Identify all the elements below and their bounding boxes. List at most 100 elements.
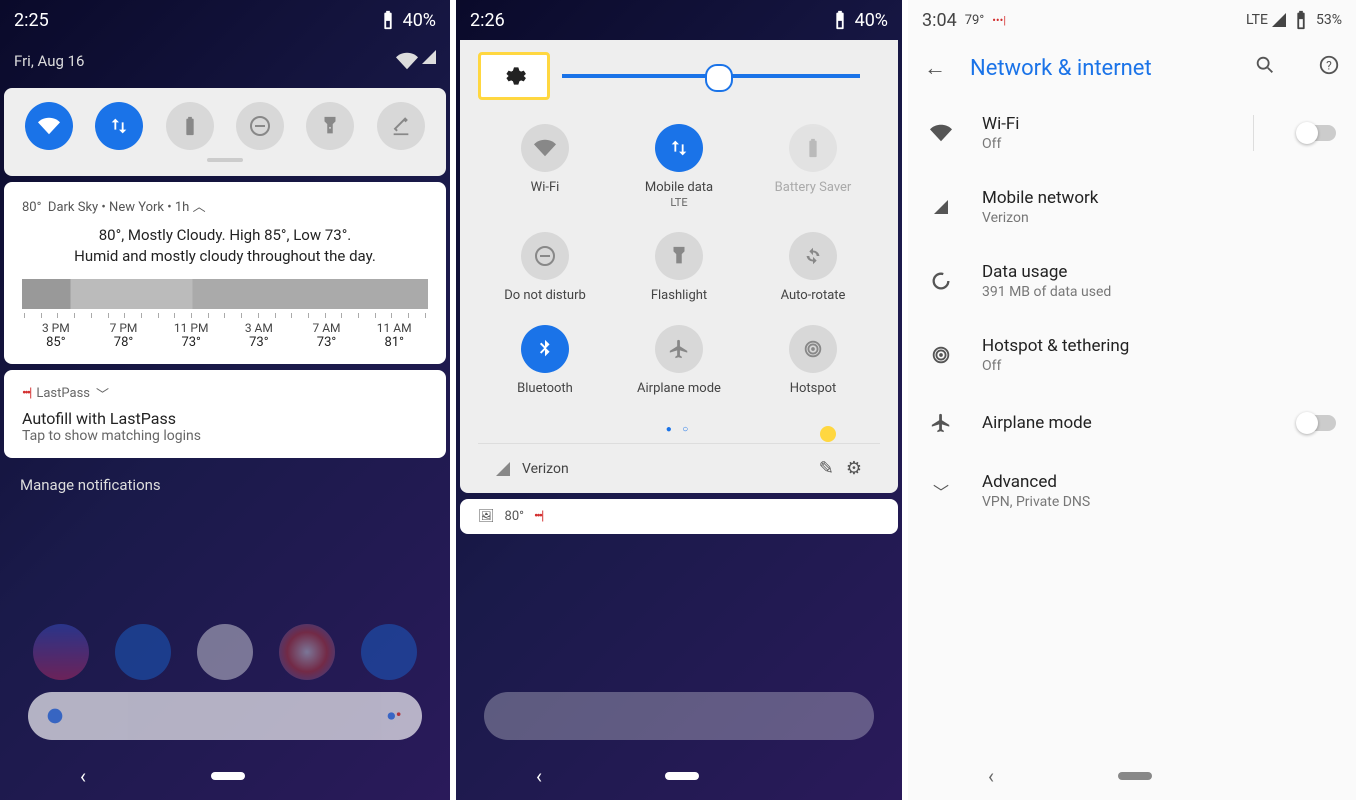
lastpass-icon: •••| bbox=[992, 14, 1006, 27]
home-pill[interactable] bbox=[1118, 772, 1152, 780]
app-calendar-icon bbox=[361, 624, 417, 680]
chevron-down-icon[interactable]: ﹀ bbox=[96, 384, 109, 403]
battery-icon bbox=[1290, 9, 1312, 31]
page-indicator: ● ○ bbox=[478, 416, 880, 443]
wifi-icon bbox=[928, 120, 954, 146]
back-arrow-icon[interactable]: ← bbox=[924, 55, 946, 81]
qs-wifi-tile[interactable] bbox=[25, 102, 73, 150]
weather-summary: 80°, Mostly Cloudy. High 85°, Low 73°. H… bbox=[22, 225, 428, 267]
signal-icon bbox=[496, 462, 510, 476]
signal-icon bbox=[422, 50, 436, 64]
search-bar bbox=[28, 692, 422, 740]
edit-icon[interactable]: ✎ bbox=[819, 458, 834, 479]
qs-bluetooth[interactable]: Bluetooth bbox=[478, 325, 612, 396]
nav-bar: ‹ bbox=[0, 764, 450, 788]
image-icon: 🖼 bbox=[478, 509, 495, 524]
airplane-icon bbox=[928, 410, 954, 436]
phone-settings-network: 3:04 79° •••| LTE 53% ← Network & intern… bbox=[902, 0, 1356, 800]
help-icon[interactable]: ? bbox=[1318, 54, 1340, 82]
qs-battery-tile[interactable] bbox=[166, 102, 214, 150]
qs-flashlight[interactable]: Flashlight bbox=[612, 232, 746, 303]
status-bar: 2:25 40% bbox=[0, 0, 450, 40]
settings-button-highlighted[interactable] bbox=[478, 52, 550, 100]
setting-wifi[interactable]: Wi-FiOff bbox=[908, 96, 1356, 170]
weather-header: 80° Dark Sky • New York • 1h ︿ bbox=[22, 196, 428, 215]
clock: 3:04 bbox=[922, 10, 957, 31]
search-icon[interactable] bbox=[1254, 54, 1276, 82]
back-icon[interactable]: ‹ bbox=[536, 764, 542, 788]
back-icon[interactable]: ‹ bbox=[80, 764, 86, 788]
app-phone-icon bbox=[33, 624, 89, 680]
signal-icon bbox=[1272, 13, 1286, 27]
qs-dnd[interactable]: Do not disturb bbox=[478, 232, 612, 303]
status-bar: 2:26 40% bbox=[456, 0, 902, 40]
phone-notification-shade: 2:25 40% Fri, Aug 16 80° Dark Sky • New … bbox=[0, 0, 450, 800]
drag-handle[interactable] bbox=[207, 158, 243, 162]
app-chrome-icon bbox=[279, 624, 335, 680]
weather-notification[interactable]: 80° Dark Sky • New York • 1h ︿ 80°, Most… bbox=[4, 182, 446, 364]
battery-icon bbox=[829, 9, 851, 31]
page-title: Network & internet bbox=[970, 56, 1212, 81]
qs-footer: Verizon ✎ ⚙ bbox=[478, 443, 880, 493]
qs-flashlight-tile[interactable] bbox=[306, 102, 354, 150]
qs-autorotate-tile[interactable] bbox=[377, 102, 425, 150]
gear-icon bbox=[501, 63, 527, 89]
lastpass-icon: •••| bbox=[22, 386, 30, 401]
battery-pct: 40% bbox=[855, 10, 888, 31]
qs-autorotate[interactable]: Auto-rotate bbox=[746, 232, 880, 303]
network-label: LTE bbox=[1246, 12, 1268, 28]
chevron-up-icon[interactable]: ︿ bbox=[193, 200, 206, 215]
back-icon[interactable]: ‹ bbox=[988, 764, 994, 788]
nav-bar: ‹ bbox=[456, 764, 902, 788]
date-row: Fri, Aug 16 bbox=[0, 40, 450, 82]
qs-airplane[interactable]: Airplane mode bbox=[612, 325, 746, 396]
assistant-icon bbox=[384, 705, 406, 727]
manage-notifications-link[interactable]: Manage notifications bbox=[0, 464, 450, 506]
quick-settings-compact bbox=[4, 88, 446, 176]
setting-mobile-network[interactable]: Mobile networkVerizon bbox=[908, 170, 1356, 244]
lastpass-notification[interactable]: •••| LastPass ﹀ Autofill with LastPass T… bbox=[4, 370, 446, 458]
hotspot-icon bbox=[928, 342, 954, 368]
battery-pct: 40% bbox=[403, 10, 436, 31]
home-pill[interactable] bbox=[211, 772, 245, 780]
carrier-label: Verizon bbox=[522, 461, 807, 477]
lastpass-icon: •••| bbox=[534, 509, 542, 524]
wifi-icon bbox=[396, 50, 418, 72]
mini-notification[interactable]: 🖼 80° •••| bbox=[460, 499, 898, 534]
app-messages-icon bbox=[115, 624, 171, 680]
svg-text:?: ? bbox=[1326, 59, 1332, 73]
app-bar: ← Network & internet ? bbox=[908, 40, 1356, 96]
setting-hotspot[interactable]: Hotspot & tetheringOff bbox=[908, 318, 1356, 392]
brightness-slider[interactable] bbox=[562, 74, 860, 78]
airplane-toggle[interactable] bbox=[1298, 415, 1336, 431]
temp-indicator: 79° bbox=[965, 13, 984, 28]
date-text: Fri, Aug 16 bbox=[14, 52, 84, 70]
wifi-toggle[interactable] bbox=[1298, 125, 1336, 141]
search-bar bbox=[484, 692, 874, 740]
google-icon bbox=[44, 705, 66, 727]
app-gmail-icon bbox=[197, 624, 253, 680]
callout-dot bbox=[820, 426, 836, 442]
qs-mobiledata[interactable]: Mobile dataLTE bbox=[612, 124, 746, 210]
forecast-graph bbox=[22, 279, 428, 309]
setting-advanced[interactable]: ﹀ AdvancedVPN, Private DNS bbox=[908, 454, 1356, 528]
battery-icon bbox=[377, 9, 399, 31]
signal-icon bbox=[928, 194, 954, 220]
data-usage-icon bbox=[928, 268, 954, 294]
nav-bar: ‹ bbox=[908, 764, 1356, 788]
battery-pct: 53% bbox=[1316, 12, 1342, 28]
setting-airplane[interactable]: Airplane mode bbox=[908, 392, 1356, 454]
chevron-down-icon: ﹀ bbox=[928, 478, 954, 504]
setting-data-usage[interactable]: Data usage391 MB of data used bbox=[908, 244, 1356, 318]
qs-dnd-tile[interactable] bbox=[236, 102, 284, 150]
qs-mobiledata-tile[interactable] bbox=[95, 102, 143, 150]
clock: 2:26 bbox=[470, 10, 505, 31]
qs-hotspot[interactable]: Hotspot bbox=[746, 325, 880, 396]
gear-icon[interactable]: ⚙ bbox=[846, 458, 862, 479]
qs-wifi[interactable]: Wi-Fi bbox=[478, 124, 612, 210]
quick-settings-panel: Wi-Fi Mobile dataLTE Battery Saver Do no… bbox=[460, 40, 898, 493]
qs-battery-saver[interactable]: Battery Saver bbox=[746, 124, 880, 210]
home-pill[interactable] bbox=[665, 772, 699, 780]
phone-quick-settings-expanded: 2:26 40% Wi-Fi Mobile dataLTE Battery Sa… bbox=[450, 0, 902, 800]
forecast-hours: 3 PM85° 7 PM78° 11 PM73° 3 AM73° 7 AM73°… bbox=[22, 321, 428, 350]
